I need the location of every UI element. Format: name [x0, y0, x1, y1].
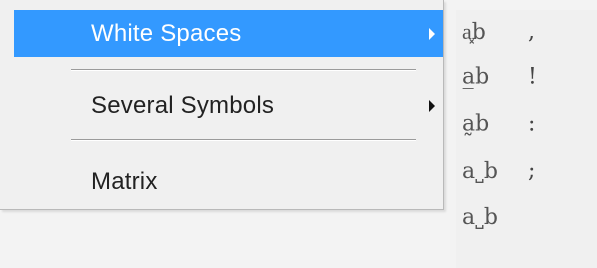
- punctuation-symbol: :: [528, 111, 536, 137]
- white-spaces-submenu: a͓b , a̲b ! a̰b : a˽b ; a˽b: [456, 10, 597, 268]
- punctuation-symbol: !: [528, 64, 537, 90]
- menu-item-label: Several Symbols: [91, 92, 275, 119]
- punctuation-symbol: ,: [528, 19, 535, 45]
- menu-separator: [71, 139, 416, 141]
- submenu-item-space-2[interactable]: a̲b !: [456, 55, 597, 99]
- menu-separator: [71, 69, 416, 71]
- submenu-item-space-5[interactable]: a˽b: [456, 195, 597, 239]
- menu-item-label: Matrix: [91, 168, 158, 195]
- chevron-right-icon: [429, 27, 435, 40]
- menu-item-matrix[interactable]: Matrix: [0, 158, 443, 206]
- white-space-symbol: a˽b: [462, 159, 498, 184]
- chevron-right-icon: [429, 100, 435, 112]
- white-space-symbol: a̲b: [462, 64, 490, 90]
- submenu-item-space-4[interactable]: a˽b ;: [456, 149, 597, 193]
- submenu-item-space-3[interactable]: a̰b :: [456, 102, 597, 146]
- punctuation-symbol: ;: [528, 158, 536, 184]
- menu-item-several-symbols[interactable]: Several Symbols: [0, 82, 443, 130]
- white-space-symbol: a͓b: [462, 20, 486, 45]
- context-menu: White Spaces Several Symbols Matrix: [0, 0, 444, 210]
- menu-item-label: White Spaces: [91, 19, 242, 47]
- white-space-symbol: a˽b: [462, 205, 498, 230]
- submenu-item-space-1[interactable]: a͓b ,: [456, 10, 597, 54]
- white-space-symbol: a̰b: [462, 111, 490, 137]
- menu-item-white-spaces[interactable]: White Spaces: [14, 10, 443, 57]
